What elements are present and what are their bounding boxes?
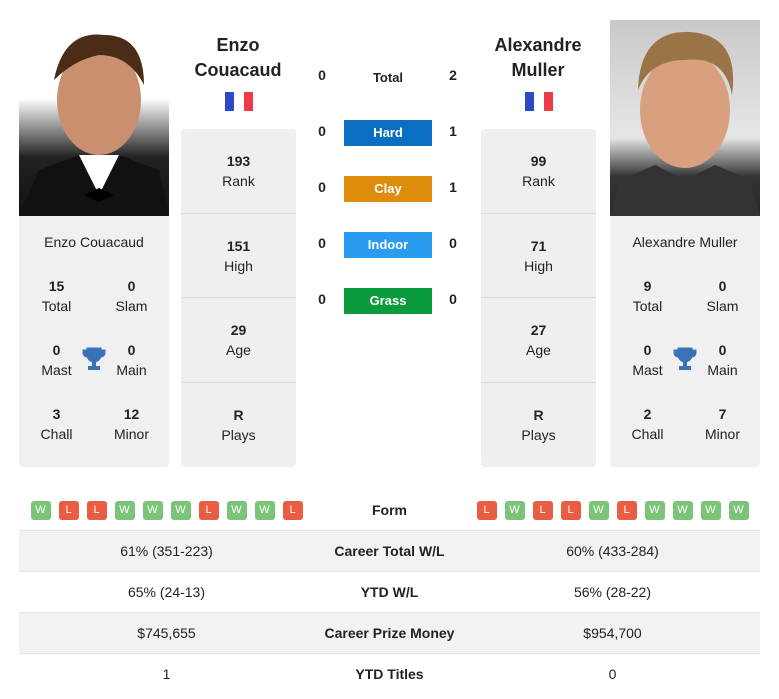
table-row: $745,655 Career Prize Money $954,700 [19,612,760,653]
h2h-clay-p1: 0 [318,179,326,195]
form-loss-badge: L [616,500,637,520]
p1-total: 15 Total [41,278,72,314]
p2-total: 9 Total [632,278,663,314]
form-loss-badge: L [58,500,79,520]
p2-slam: 0 Slam [706,278,739,314]
form-loss-badge: L [86,500,107,520]
p2-main: 0 Main [707,342,738,378]
france-flag-icon [225,92,253,111]
player2-stats: 99 Rank 71 High 27 Age R Plays [481,129,596,467]
surface-indoor: Indoor [344,232,432,258]
surface-hard: Hard [344,120,432,146]
table-row: 1 YTD Titles 0 [19,653,760,694]
p2-form: LWLLWLWWWW [465,500,760,520]
p1-high: 151 High [181,214,296,298]
p1-chall: 3 Chall [40,406,73,442]
player2-photo [610,20,760,216]
form-win-badge: W [644,500,665,520]
form-row: WLLWWWLWWL Form LWLLWLWWWW [19,489,760,530]
form-win-badge: W [700,500,721,520]
form-win-badge: W [30,500,51,520]
p1-age: 29 Age [181,298,296,383]
player1-photo [19,20,169,216]
p1-main: 0 Main [116,342,147,378]
surface-clay: Clay [344,176,432,202]
player1-card: Enzo Couacaud 15 Total 0 Slam 0 Mast 0 Main … [19,216,169,467]
form-win-badge: W [504,500,525,520]
form-loss-badge: L [198,500,219,520]
form-loss-badge: L [532,500,553,520]
player2-name[interactable]: Alexandre Muller [458,33,618,83]
p2-high: 71 High [481,214,596,298]
form-loss-badge: L [560,500,581,520]
p2-chall: 2 Chall [631,406,664,442]
player1-stats: 193 Rank 151 High 29 Age R Plays [181,129,296,467]
form-win-badge: W [170,500,191,520]
form-win-badge: W [254,500,275,520]
player1-name[interactable]: Enzo Couacaud [158,33,318,83]
player2-card: Alexandre Muller 9 Total 0 Slam 0 Mast 0 Mai… [610,216,760,467]
p2-age: 27 Age [481,298,596,383]
form-loss-badge: L [476,500,497,520]
p1-rank: 193 Rank [181,129,296,214]
form-win-badge: W [672,500,693,520]
h2h-grass-p2: 0 [449,291,457,307]
h2h-total-p1: 0 [318,67,326,83]
france-flag-icon [525,92,553,111]
p2-minor: 7 Minor [704,406,740,442]
h2h-hard-p2: 1 [449,123,457,139]
h2h-clay-p2: 1 [449,179,457,195]
table-row: 61% (351-223) Career Total W/L 60% (433-28… [19,530,760,571]
table-row: 65% (24-13) YTD W/L 56% (28-22) [19,571,760,612]
form-win-badge: W [114,500,135,520]
p1-slam: 0 Slam [115,278,148,314]
form-label: Form [372,501,407,518]
player1-full-name: Enzo Couacaud [44,234,144,250]
p1-plays: R Plays [221,406,256,443]
surface-grass: Grass [344,288,432,314]
h2h-total-label: Total [372,70,404,85]
p1-form: WLLWWWLWWL [19,500,314,520]
form-win-badge: W [728,500,749,520]
p2-rank: 99 Rank [481,129,596,214]
form-win-badge: W [226,500,247,520]
p1-minor: 12 Minor [113,406,149,442]
player2-full-name: Alexandre Muller [632,234,738,250]
h2h-indoor-p1: 0 [318,235,326,251]
form-win-badge: W [588,500,609,520]
h2h-hard-p1: 0 [318,123,326,139]
form-loss-badge: L [282,500,303,520]
form-win-badge: W [142,500,163,520]
h2h-grass-p1: 0 [318,291,326,307]
h2h-indoor-p2: 0 [449,235,457,251]
p2-plays: R Plays [521,406,556,443]
